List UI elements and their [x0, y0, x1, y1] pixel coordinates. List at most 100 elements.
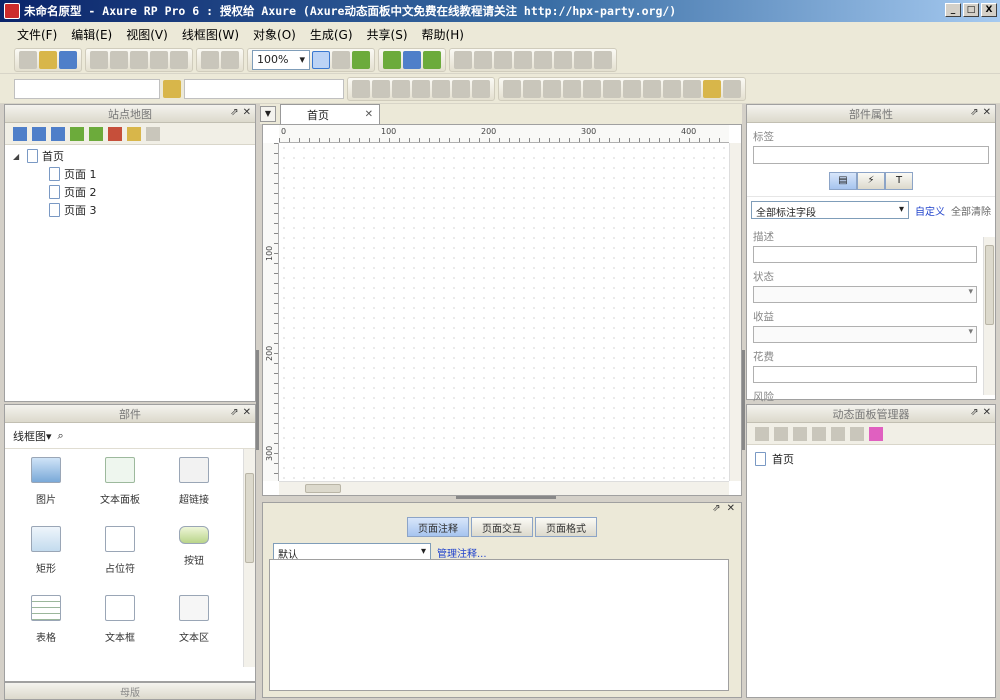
- status-select[interactable]: ▾: [753, 286, 977, 303]
- canvas-vertical-scrollbar[interactable]: [729, 143, 741, 481]
- text-color-icon[interactable]: [472, 79, 490, 98]
- label-input[interactable]: [753, 146, 989, 164]
- description-input[interactable]: [753, 246, 977, 263]
- search-icon[interactable]: [146, 126, 160, 141]
- scroll-thumb[interactable]: [245, 473, 254, 563]
- widget-button[interactable]: 按钮: [157, 526, 231, 575]
- menu-wireframe[interactable]: 线框图(W): [175, 24, 246, 45]
- minimize-button[interactable]: _: [945, 3, 961, 17]
- close-icon[interactable]: ✕: [983, 407, 991, 418]
- close-icon[interactable]: ✕: [243, 407, 251, 418]
- menu-help[interactable]: 帮助(H): [415, 24, 471, 45]
- annotation-tab-icon[interactable]: ▤: [829, 172, 857, 190]
- menu-generate[interactable]: 生成(G): [303, 24, 360, 45]
- align-right-icon[interactable]: [452, 79, 470, 98]
- interaction-tab-icon[interactable]: ⚡: [857, 172, 885, 190]
- font-style-combo[interactable]: [184, 78, 344, 99]
- design-canvas[interactable]: 0 100 200 300 400 100 200 300: [262, 124, 742, 496]
- delete-page-icon[interactable]: [108, 126, 122, 141]
- align-left-icon[interactable]: [412, 79, 430, 98]
- distribute-v-icon[interactable]: [583, 79, 601, 98]
- connector-icon[interactable]: [332, 50, 350, 69]
- position-icon[interactable]: [643, 79, 661, 98]
- delete-state-icon[interactable]: [831, 426, 845, 441]
- pin-icon[interactable]: ⇗: [230, 107, 238, 118]
- properties-scrollbar[interactable]: [983, 237, 995, 395]
- title-bar[interactable]: 未命名原型 - Axure RP Pro 6 : 授权给 Axure (Axur…: [0, 0, 1000, 22]
- manage-notes-link[interactable]: 管理注释...: [437, 545, 487, 560]
- zoom-select[interactable]: 100% ▾: [252, 49, 310, 70]
- widget-textbox[interactable]: 文本框: [83, 595, 157, 644]
- size-icon[interactable]: [623, 79, 641, 98]
- clear-all-link[interactable]: 全部清除: [951, 203, 991, 218]
- benefit-select[interactable]: ▾: [753, 326, 977, 343]
- widget-hyperlink[interactable]: 超链接: [157, 457, 231, 506]
- visibility-icon[interactable]: [683, 79, 701, 98]
- edit-state-icon[interactable]: [850, 426, 864, 441]
- lock-icon[interactable]: [221, 50, 239, 69]
- add-page-icon[interactable]: [13, 126, 27, 141]
- tree-item-page-1[interactable]: 页面 1: [13, 165, 255, 183]
- panel-color-icon[interactable]: [869, 426, 883, 441]
- bring-forward-icon[interactable]: [383, 50, 401, 69]
- annotation-fields-select[interactable]: 全部标注字段 ▾: [751, 201, 909, 219]
- canvas-horizontal-scrollbar[interactable]: [279, 481, 729, 495]
- duplicate-state-icon[interactable]: [774, 426, 788, 441]
- menu-view[interactable]: 视图(V): [119, 24, 175, 45]
- line-width-icon[interactable]: [494, 50, 512, 69]
- menu-file[interactable]: 文件(F): [10, 24, 64, 45]
- pin-icon[interactable]: ⇗: [970, 407, 978, 418]
- tab-page-formatting[interactable]: 页面格式: [535, 517, 597, 537]
- cost-input[interactable]: [753, 366, 977, 383]
- center-splitter[interactable]: [456, 496, 556, 499]
- scroll-thumb[interactable]: [305, 484, 341, 493]
- maximize-button[interactable]: □: [963, 3, 979, 17]
- align-bottom-icon[interactable]: [543, 79, 561, 98]
- cut-icon[interactable]: [90, 50, 108, 69]
- indent-icon[interactable]: [70, 126, 84, 141]
- distribute-h-icon[interactable]: [563, 79, 581, 98]
- canvas-grid[interactable]: [279, 143, 729, 481]
- pin-icon[interactable]: ⇗: [230, 407, 238, 418]
- tab-page-interactions[interactable]: 页面交互: [471, 517, 533, 537]
- preview-icon[interactable]: [723, 79, 741, 98]
- tree-item-page-3[interactable]: 页面 3: [13, 201, 255, 219]
- search-icon[interactable]: ⌕: [58, 429, 64, 443]
- align-icon[interactable]: [574, 50, 592, 69]
- add-state-icon[interactable]: [755, 426, 769, 441]
- select-mode-icon[interactable]: [312, 50, 330, 69]
- redo-icon[interactable]: [170, 50, 188, 69]
- close-button[interactable]: X: [981, 3, 997, 17]
- collapse-icon[interactable]: ◢: [13, 152, 23, 161]
- pin-icon[interactable]: ⇗: [712, 503, 720, 517]
- underline-icon[interactable]: [392, 79, 410, 98]
- close-icon[interactable]: ✕: [727, 503, 735, 517]
- save-icon[interactable]: [59, 50, 77, 69]
- menu-object[interactable]: 对象(O): [246, 24, 303, 45]
- copy-icon[interactable]: [110, 50, 128, 69]
- menu-edit[interactable]: 编辑(E): [64, 24, 119, 45]
- align-middle-icon[interactable]: [523, 79, 541, 98]
- tab-page-notes[interactable]: 页面注释: [407, 517, 469, 537]
- group-icon[interactable]: [423, 50, 441, 69]
- rename-page-icon[interactable]: [127, 126, 141, 141]
- customize-link[interactable]: 自定义: [915, 203, 945, 218]
- new-file-icon[interactable]: [19, 50, 37, 69]
- font-family-combo[interactable]: [14, 78, 160, 99]
- order-icon[interactable]: [603, 79, 621, 98]
- left-splitter[interactable]: [256, 350, 259, 450]
- align-top-icon[interactable]: [503, 79, 521, 98]
- interaction-icon[interactable]: [703, 79, 721, 98]
- line-color-icon[interactable]: [474, 50, 492, 69]
- format-painter-icon[interactable]: [201, 50, 219, 69]
- send-backward-icon[interactable]: [403, 50, 421, 69]
- fill-color-icon[interactable]: [454, 50, 472, 69]
- bold-icon[interactable]: [352, 79, 370, 98]
- tab-list-icon[interactable]: ▼: [260, 106, 276, 122]
- format-tab-icon[interactable]: T: [885, 172, 913, 190]
- right-splitter[interactable]: [742, 350, 745, 450]
- open-folder-icon[interactable]: [39, 50, 57, 69]
- close-icon[interactable]: ✕: [983, 107, 991, 118]
- widget-rectangle[interactable]: 矩形: [9, 526, 83, 575]
- widget-table[interactable]: 表格: [9, 595, 83, 644]
